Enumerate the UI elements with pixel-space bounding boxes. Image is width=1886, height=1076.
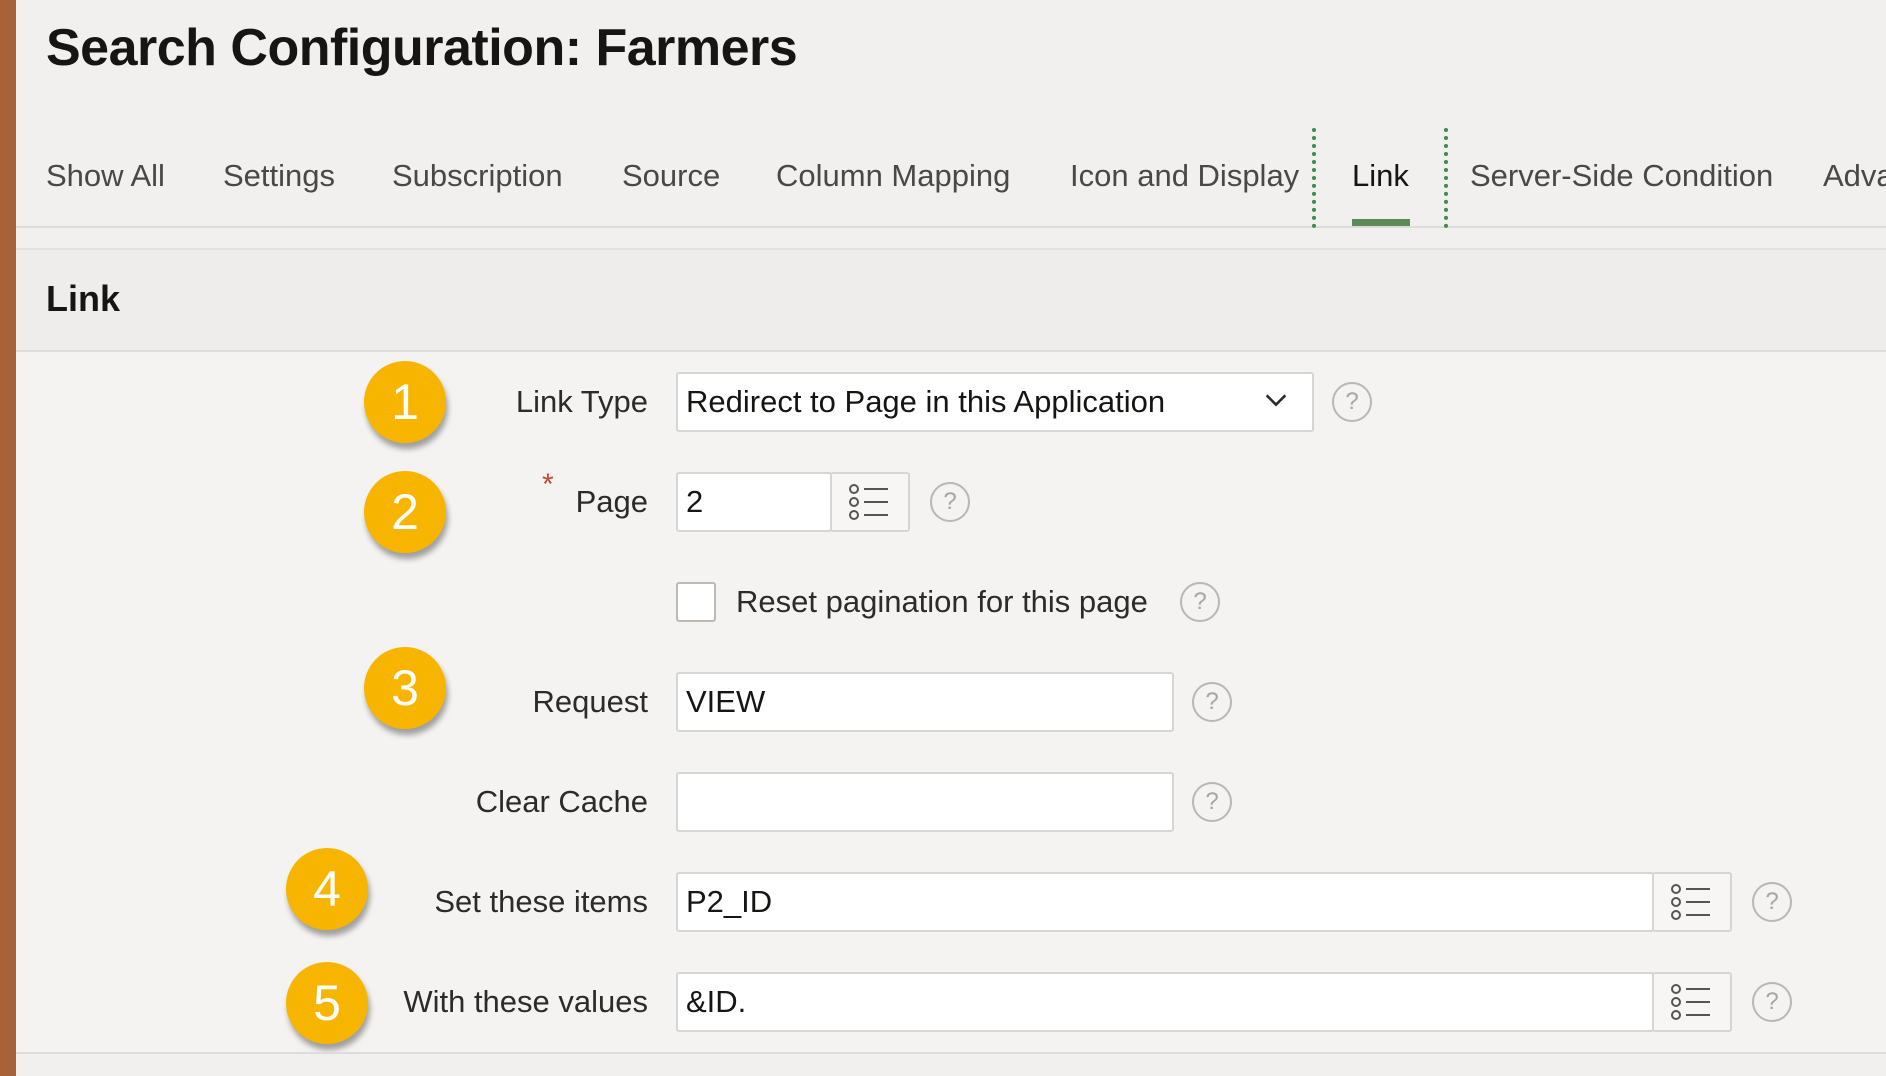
reset-pagination-help-icon[interactable]: ?	[1180, 582, 1220, 622]
section-title: Link	[46, 278, 121, 319]
page-help-icon[interactable]: ?	[930, 482, 970, 522]
page-input[interactable]: 2	[676, 472, 832, 532]
link-type-help-icon[interactable]: ?	[1332, 382, 1372, 422]
set-items-input[interactable]: P2_ID	[676, 872, 1654, 932]
page-title: Search Configuration: Farmers	[46, 19, 798, 77]
set-items-list-button[interactable]	[1652, 872, 1732, 932]
divider-bottom	[16, 1052, 1886, 1054]
tab-link[interactable]: Link	[1352, 158, 1409, 194]
tab-focus-indicator-left	[1312, 128, 1316, 228]
with-values-label: With these values	[403, 984, 648, 1019]
tab-focus-indicator-right	[1444, 128, 1448, 228]
link-type-value: Redirect to Page in this Application	[686, 384, 1166, 419]
tab-column-mapping[interactable]: Column Mapping	[776, 158, 1010, 194]
clear-cache-help-icon[interactable]: ?	[1192, 782, 1232, 822]
request-input[interactable]: VIEW	[676, 672, 1174, 732]
set-items-label: Set these items	[434, 884, 648, 919]
tab-settings[interactable]: Settings	[223, 158, 335, 194]
window-edge	[0, 0, 16, 1076]
required-indicator: *	[542, 468, 554, 501]
page-label: Page	[575, 484, 648, 519]
tab-bar: Show All Settings Subscription Source Co…	[16, 120, 1886, 228]
tab-show-all[interactable]: Show All	[46, 158, 165, 194]
callout-badge-3: 3	[364, 647, 446, 729]
set-items-help-icon[interactable]: ?	[1752, 882, 1792, 922]
list-icon	[849, 484, 888, 520]
tab-advanced[interactable]: Adva	[1823, 158, 1886, 194]
tab-subscription[interactable]: Subscription	[392, 158, 563, 194]
tab-icon-and-display[interactable]: Icon and Display	[1070, 158, 1299, 194]
callout-badge-4: 4	[286, 848, 368, 930]
reset-pagination-label: Reset pagination for this page	[736, 584, 1148, 619]
with-values-help-icon[interactable]: ?	[1752, 982, 1792, 1022]
link-type-select[interactable]: Redirect to Page in this Application	[676, 372, 1314, 432]
list-icon	[1671, 984, 1710, 1020]
request-label: Request	[532, 684, 648, 719]
with-values-list-button[interactable]	[1652, 972, 1732, 1032]
with-values-input[interactable]: &ID.	[676, 972, 1654, 1032]
callout-badge-5: 5	[286, 962, 368, 1044]
clear-cache-label: Clear Cache	[475, 784, 648, 819]
link-type-label: Link Type	[515, 384, 648, 419]
list-icon	[1671, 884, 1710, 920]
request-help-icon[interactable]: ?	[1192, 682, 1232, 722]
chevron-down-icon	[1265, 394, 1287, 407]
reset-pagination-checkbox[interactable]	[676, 582, 716, 622]
callout-badge-2: 2	[364, 471, 446, 553]
tab-server-side-condition[interactable]: Server-Side Condition	[1470, 158, 1773, 194]
active-tab-underline	[1352, 219, 1410, 226]
clear-cache-input[interactable]	[676, 772, 1174, 832]
page: Search Configuration: Farmers Show All S…	[16, 0, 1886, 1076]
tab-source[interactable]: Source	[622, 158, 720, 194]
section-header: Link	[16, 250, 1886, 352]
page-list-button[interactable]	[830, 472, 910, 532]
callout-badge-1: 1	[364, 361, 446, 443]
